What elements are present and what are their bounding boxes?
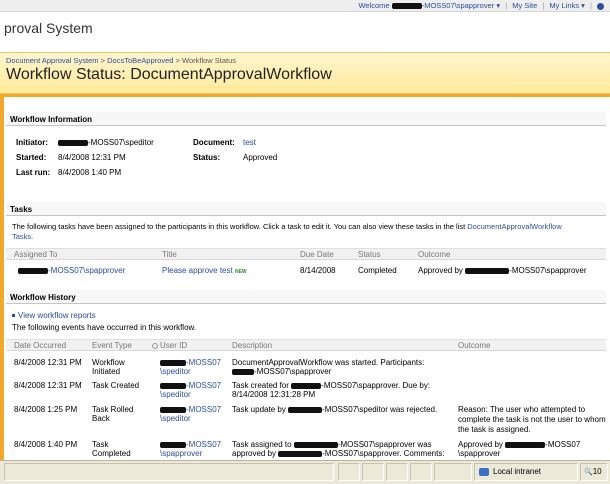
task-assigned-to[interactable]: -MOSS07\spapprover (18, 266, 125, 275)
history-user[interactable]: -MOSS07 \speditor (160, 381, 221, 399)
new-badge: NEW (234, 269, 247, 275)
status-pane (338, 463, 360, 481)
history-header-row: Date Occurred Event Type User ID Descrip… (6, 339, 606, 351)
task-title-link[interactable]: Please approve test NEW (162, 266, 247, 275)
col-status[interactable]: Status (358, 250, 381, 259)
history-date: 8/4/2008 1:40 PM (14, 440, 78, 449)
history-date: 8/4/2008 12:31 PM (14, 358, 82, 367)
intranet-icon (479, 467, 489, 476)
status-value: Approved (243, 153, 278, 162)
task-row: -MOSS07\spapprover Please approve test N… (6, 264, 606, 278)
history-date: 8/4/2008 1:25 PM (14, 405, 78, 414)
page-title: Workflow Status: DocumentApprovalWorkflo… (6, 66, 332, 83)
title-divider (0, 94, 610, 97)
col-outcome[interactable]: Outcome (418, 250, 450, 259)
history-event: Task Rolled Back (92, 405, 134, 423)
breadcrumb-site[interactable]: Document Approval System (6, 56, 99, 65)
tasks-header-row: Assigned To Title Due Date Status Outcom… (6, 248, 606, 260)
history-description-text: Task assigned to -MOSS07\spapprover was a… (232, 440, 445, 458)
browser-status-bar: Local intranet 🔍10 (0, 460, 610, 484)
col-description[interactable]: Description (232, 341, 272, 350)
history-description-text: Task created for -MOSS07\spapprover. Due… (232, 381, 431, 399)
status-pane (434, 463, 472, 481)
tasks-list-link[interactable]: DocumentApprovalWorkflow (467, 222, 561, 231)
breadcrumb-list[interactable]: DocsToBeApproved (107, 56, 173, 65)
col-assigned-to[interactable]: Assigned To (14, 250, 57, 259)
status-label: Status: (193, 153, 221, 162)
history-description: The following events have occurred in th… (12, 323, 197, 332)
history-user[interactable]: -MOSS07 \speditor (160, 405, 221, 423)
history-description-text: Task update by -MOSS07\speditor was reje… (232, 405, 438, 414)
document-label: Document: (193, 138, 235, 147)
tasks-heading: Tasks (6, 202, 606, 216)
task-due-date: 8/14/2008 (300, 266, 336, 275)
view-reports-link[interactable]: View workflow reports (12, 311, 96, 320)
history-date: 8/4/2008 12:31 PM (14, 381, 82, 390)
initiator-value: -MOSS07\speditor (58, 138, 154, 147)
history-row: 8/4/2008 1:40 PM Task Completed -MOSS07 \s… (6, 438, 606, 460)
status-pane (362, 463, 384, 481)
document-link[interactable]: test (243, 138, 256, 147)
status-message (4, 463, 334, 481)
site-name[interactable]: proval System (4, 20, 93, 36)
task-status: Completed (358, 266, 397, 275)
history-row: 8/4/2008 12:31 PM Workflow Initiated -MOS… (6, 356, 606, 378)
history-event: Task Created (92, 381, 140, 390)
history-row: 8/4/2008 12:31 PM Task Created -MOSS07 \s… (6, 379, 606, 401)
started-value: 8/4/2008 12:31 PM (58, 153, 126, 162)
col-outcome-history[interactable]: Outcome (458, 341, 490, 350)
col-date-occurred[interactable]: Date Occurred (14, 341, 66, 350)
col-title[interactable]: Title (162, 250, 177, 259)
lastrun-label: Last run: (16, 168, 51, 177)
user-icon (152, 342, 158, 349)
history-event: Workflow Initiated (92, 358, 125, 376)
redacted-name (391, 3, 422, 10)
history-user[interactable]: -MOSS07 \spapprover (160, 440, 221, 458)
status-pane (410, 463, 432, 481)
history-outcome: Approved by -MOSS07 \spapprover (458, 440, 581, 458)
breadcrumb-current: Workflow Status (182, 56, 237, 65)
started-label: Started: (16, 153, 47, 162)
history-event: Task Completed (92, 440, 131, 458)
col-due-date[interactable]: Due Date (300, 250, 334, 259)
zoom-icon: 🔍 (584, 469, 593, 476)
my-links-menu[interactable]: My Links ▾ (549, 1, 584, 10)
security-zone[interactable]: Local intranet (474, 463, 578, 481)
welcome-menu[interactable]: Welcome -MOSS07\spapprover ▾ (358, 1, 500, 10)
help-icon[interactable] (597, 2, 604, 10)
task-outcome: Approved by -MOSS07\spapprover (418, 266, 587, 275)
history-heading: Workflow History (6, 290, 606, 304)
workflow-info-heading: Workflow Information (6, 112, 606, 126)
top-bar: Welcome -MOSS07\spapprover ▾ | My Site |… (0, 0, 610, 12)
tasks-list-link-2[interactable]: Tasks. (12, 232, 33, 241)
lastrun-value: 8/4/2008 1:40 PM (58, 168, 122, 177)
history-description-text: DocumentApprovalWorkflow was started. Pa… (232, 358, 425, 376)
history-outcome: Reason: The user who attempted to complet… (458, 405, 606, 434)
history-row: 8/4/2008 1:25 PM Task Rolled Back -MOSS07… (6, 403, 606, 435)
status-pane (386, 463, 408, 481)
zoom-control[interactable]: 🔍10 (580, 463, 608, 481)
left-border (0, 97, 4, 460)
breadcrumb: Document Approval System > DocsToBeAppro… (6, 56, 237, 65)
initiator-label: Initiator: (16, 138, 48, 147)
my-site-link[interactable]: My Site (512, 1, 537, 10)
history-user[interactable]: -MOSS07 \speditor (160, 358, 221, 376)
col-event-type[interactable]: Event Type (92, 341, 132, 350)
tasks-description: The following tasks have been assigned t… (12, 222, 562, 241)
col-user-id[interactable]: User ID (152, 341, 187, 350)
